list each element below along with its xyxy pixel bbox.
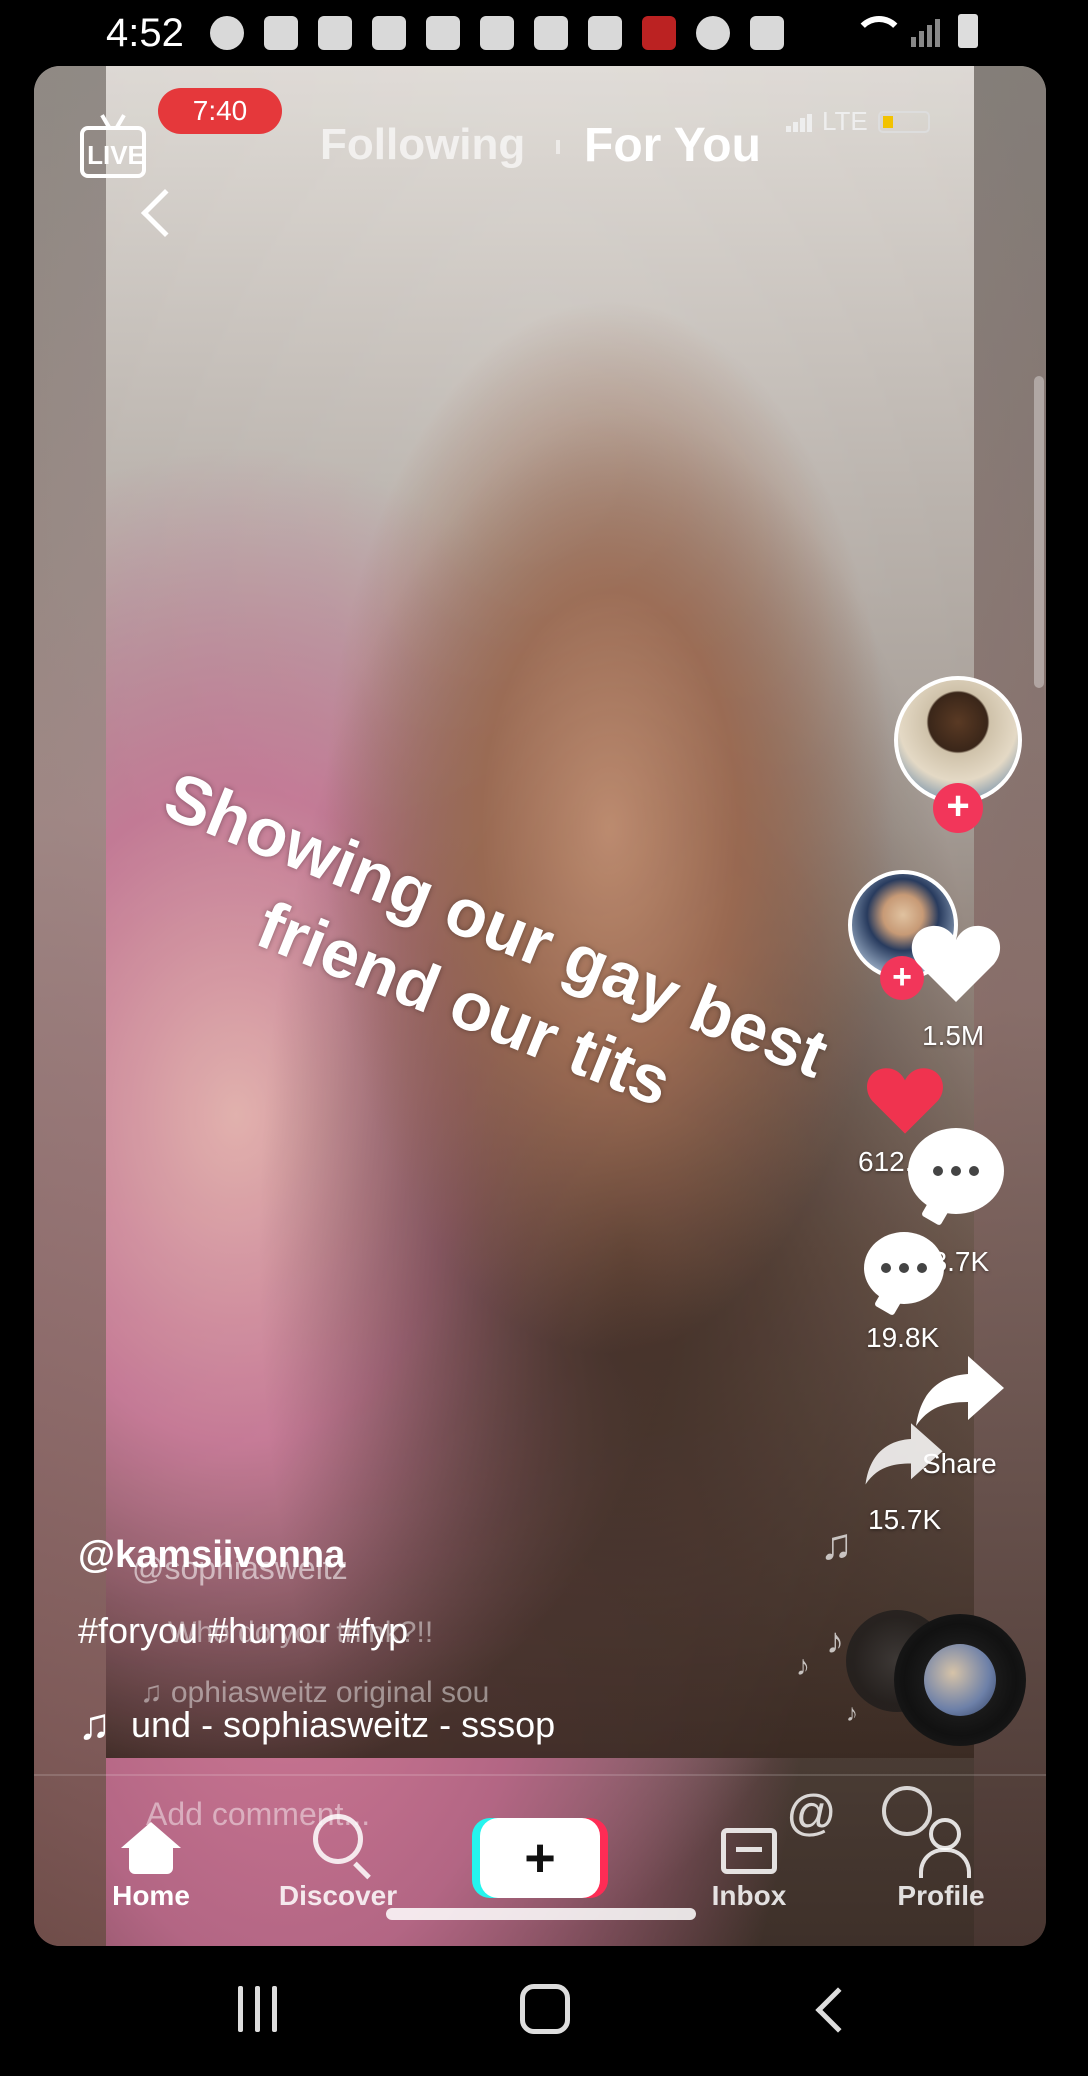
tab-discover-label: Discover: [278, 1880, 398, 1911]
live-label: LIVE: [87, 140, 145, 170]
recents-button[interactable]: [238, 1986, 277, 2032]
inner-status-indicators: LTE: [786, 106, 930, 137]
live-button[interactable]: LIVE: [80, 112, 152, 182]
tab-home[interactable]: Home: [96, 1804, 206, 1912]
bottom-tab-bar: Home Discover + Inbox Profile: [34, 1790, 1046, 1912]
tiktok-icon: [371, 16, 406, 50]
tab-divider: [556, 140, 560, 154]
inbox-icon: [721, 1828, 777, 1874]
settings-icon: [209, 16, 244, 50]
share-icon-ghost[interactable]: [862, 1418, 946, 1488]
tab-discover[interactable]: Discover: [278, 1804, 398, 1912]
music-note-icon: ♪: [826, 1620, 844, 1661]
clock-app-icon: [533, 16, 568, 50]
notification-icons: [209, 16, 784, 50]
music-note-icon: ♫: [820, 1520, 853, 1569]
search-icon: [313, 1814, 363, 1864]
scroll-indicator: [1034, 376, 1044, 688]
share-count-ghost: 15.7K: [868, 1504, 942, 1535]
signal-icon: [786, 112, 812, 132]
battery-icon: [877, 110, 930, 133]
status-bar: 4:52: [0, 0, 1088, 66]
status-time: 4:52: [106, 10, 184, 55]
like-count: 1.5M: [922, 1020, 985, 1051]
badge-icon: [263, 16, 298, 50]
back-button[interactable]: [815, 1987, 861, 2033]
tab-home-label: Home: [112, 1880, 190, 1911]
comment-icon[interactable]: [908, 1128, 1004, 1214]
tab-inbox[interactable]: Inbox: [694, 1804, 804, 1912]
wifi-icon: [853, 16, 905, 46]
sound-title[interactable]: und - sophiasweitz - sssop: [131, 1704, 561, 1746]
recording-timer: 7:40: [158, 88, 282, 134]
stanford-icon: [641, 16, 676, 50]
comment-icon-ghost[interactable]: [864, 1232, 944, 1304]
plus-icon: +: [524, 1828, 556, 1888]
incognito-icon: [749, 16, 784, 50]
create-button[interactable]: +: [480, 1818, 600, 1898]
tab-profile-label: Profile: [897, 1880, 985, 1911]
star-icon: [695, 16, 730, 50]
video-blur-left: [34, 66, 106, 1946]
home-icon: [121, 1822, 181, 1874]
system-indicators: [853, 14, 978, 48]
tab-for-you[interactable]: For You: [584, 118, 761, 173]
music-disc[interactable]: [894, 1614, 1026, 1746]
battery-icon: [958, 14, 978, 48]
heart-icon[interactable]: [906, 914, 1006, 1014]
music-note-icon: ♫: [78, 1700, 111, 1749]
hashtags[interactable]: #foryou #humor #fyp: [78, 1610, 408, 1652]
follow-button[interactable]: +: [933, 783, 983, 833]
divider: [34, 1774, 1046, 1776]
home-indicator: [386, 1908, 696, 1920]
gmail-icon: [587, 16, 622, 50]
profile-icon: [916, 1818, 971, 1878]
tiktok-icon: [317, 16, 352, 50]
music-note-icon: ♪: [846, 1700, 858, 1727]
username[interactable]: @kamsiivonna: [78, 1534, 345, 1577]
gmail-icon: [425, 16, 460, 50]
signal-icon: [911, 15, 940, 47]
sprint-icon: [479, 16, 514, 50]
tab-profile[interactable]: Profile: [886, 1804, 996, 1912]
tab-inbox-label: Inbox: [711, 1880, 787, 1911]
android-nav-bar: [0, 1946, 1088, 2076]
home-button[interactable]: [520, 1984, 570, 2034]
sound-row[interactable]: ♫ und - sophiasweitz - sssop: [78, 1700, 561, 1750]
music-note-icon: ♪: [796, 1650, 810, 1681]
network-label: LTE: [822, 106, 868, 136]
tab-following[interactable]: Following: [320, 120, 525, 170]
